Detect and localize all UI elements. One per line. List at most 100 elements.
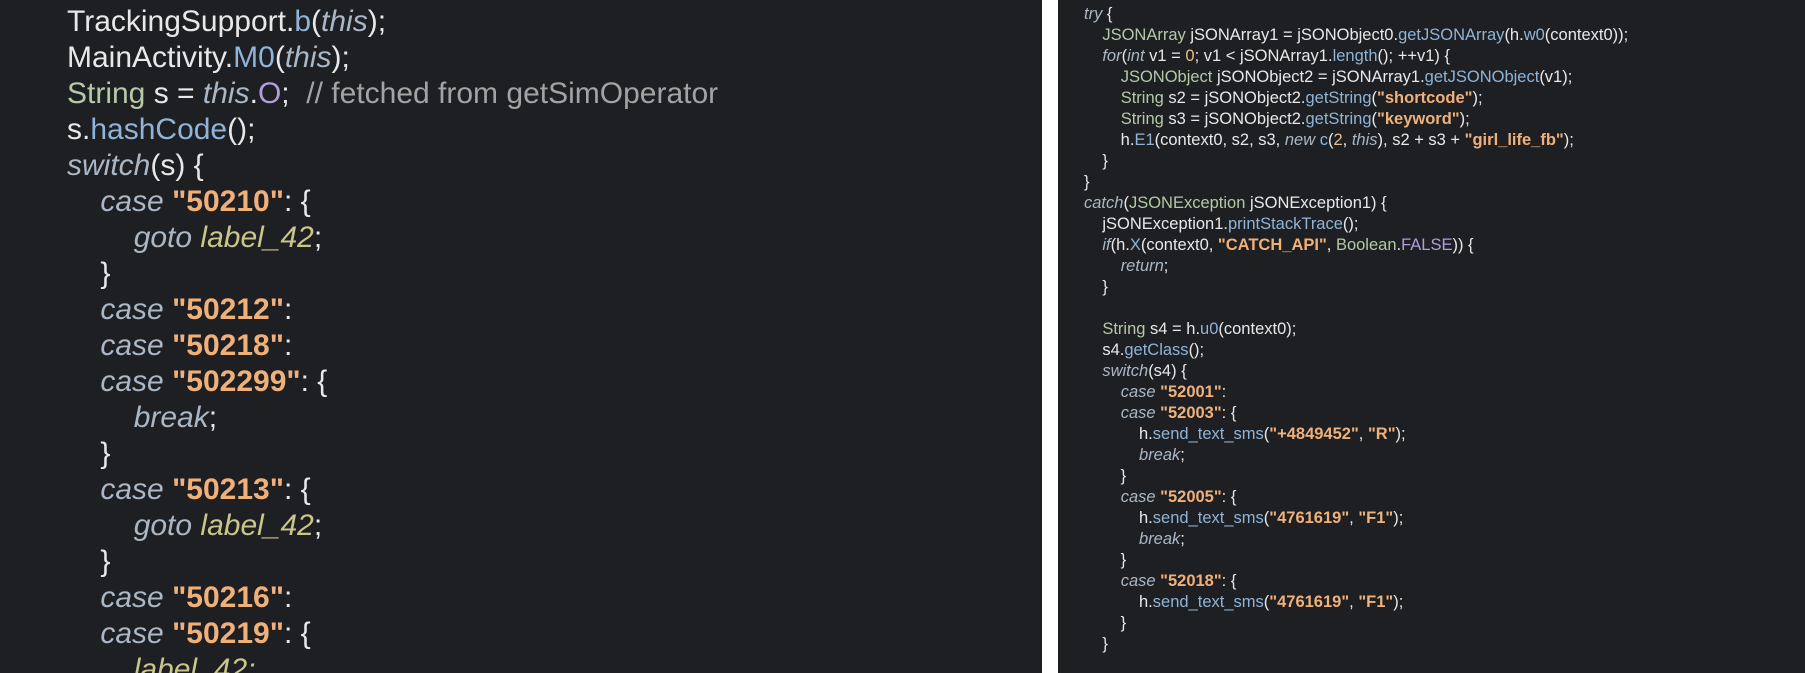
code-token: : { <box>1221 404 1237 422</box>
code-line: case "52018": { <box>1084 571 1237 592</box>
code-line: jSONException1.printStackTrace(); <box>1084 214 1359 235</box>
left-code-panel: TrackingSupport.b(this); MainActivity.M0(… <box>0 0 1042 673</box>
code-line: label_42: <box>67 652 256 673</box>
code-token: MainActivity. <box>67 41 234 74</box>
code-token: this <box>321 5 368 38</box>
code-token: "F1" <box>1358 593 1394 611</box>
code-token: String <box>1102 320 1146 338</box>
code-line: case "50212": <box>67 292 292 328</box>
code-token: jSONException1. <box>1084 215 1228 233</box>
code-token: )) { <box>1452 236 1474 254</box>
code-token: ); <box>1563 131 1574 149</box>
code-line: } <box>1084 277 1108 298</box>
code-line: } <box>67 436 110 472</box>
code-token: label_42 <box>200 221 314 254</box>
code-token: } <box>1084 467 1127 485</box>
code-token: break <box>133 401 209 434</box>
code-token: ; <box>1163 257 1169 275</box>
code-token: s4 = h. <box>1145 320 1201 338</box>
code-line: break; <box>1084 529 1185 550</box>
code-line: } <box>67 256 110 292</box>
code-line: String s3 = jSONObject2.getString("keywo… <box>1084 109 1470 130</box>
code-line: h.send_text_sms("4761619", "F1"); <box>1084 508 1403 529</box>
code-token: (h. <box>1110 236 1130 254</box>
code-token: u0 <box>1200 320 1219 338</box>
code-token: "50219" <box>172 617 284 650</box>
code-token: } <box>1084 635 1108 653</box>
code-line: if(h.X(context0, "CATCH_API", Boolean.FA… <box>1084 235 1474 256</box>
code-token: "50218" <box>172 329 284 362</box>
code-token: "4761619" <box>1269 509 1350 527</box>
code-line: s4.getClass(); <box>1084 340 1204 361</box>
code-token: : { <box>300 365 328 398</box>
code-token: , <box>1349 593 1359 611</box>
code-token: : { <box>283 617 311 650</box>
code-token: ); <box>1393 509 1404 527</box>
code-token: switch <box>67 149 151 182</box>
code-token: : <box>283 581 293 614</box>
code-token: "502299" <box>172 365 301 398</box>
code-line: switch(s) { <box>67 148 204 184</box>
code-token: ; <box>1180 446 1185 464</box>
code-token: case <box>100 617 164 650</box>
code-token: , <box>1342 131 1352 149</box>
code-line: String s = this.O; // fetched from getSi… <box>67 76 718 112</box>
code-token: ); <box>1395 425 1406 443</box>
code-token: (s4) { <box>1148 362 1187 380</box>
code-line: MainActivity.M0(this); <box>67 40 350 76</box>
code-token: ); <box>331 41 350 74</box>
code-token: this <box>1351 131 1378 149</box>
code-token: int <box>1127 47 1145 65</box>
code-line: case "50210": { <box>67 184 311 220</box>
code-token: getString <box>1305 89 1372 107</box>
code-token: : { <box>283 185 311 218</box>
code-line: switch(s4) { <box>1084 361 1187 382</box>
code-token: "4761619" <box>1269 593 1350 611</box>
code-token: case <box>1120 404 1156 422</box>
code-token: c <box>1319 131 1328 149</box>
code-token: goto <box>133 509 193 542</box>
code-token: break <box>1139 530 1181 548</box>
code-token: 0 <box>1185 47 1195 65</box>
code-token: (); <box>227 113 256 146</box>
code-line: for(int v1 = 0; v1 < jSONArray1.length()… <box>1084 46 1450 67</box>
code-line: } <box>1084 634 1108 655</box>
code-token: (context0, <box>1140 236 1218 254</box>
code-token: jSONObject2 = jSONArray1. <box>1212 68 1425 86</box>
code-token: : { <box>283 473 311 506</box>
code-token: (v1); <box>1539 68 1573 86</box>
code-token: : <box>283 329 293 362</box>
code-line: } <box>1084 151 1108 172</box>
code-token: case <box>1120 572 1156 590</box>
code-line: case "52001": <box>1084 382 1227 403</box>
code-token: ( <box>311 5 322 38</box>
code-token: "keyword" <box>1377 110 1460 128</box>
code-token: send_text_sms <box>1152 593 1264 611</box>
code-token: if <box>1102 236 1111 254</box>
code-token: (); ++v1) { <box>1377 47 1450 65</box>
code-line: case "50216": <box>67 580 292 616</box>
code-token: (); <box>1342 215 1359 233</box>
code-token: s4. <box>1084 341 1125 359</box>
code-token: s3 = jSONObject2. <box>1163 110 1306 128</box>
code-token: ( <box>274 41 285 74</box>
code-token: case <box>100 365 164 398</box>
code-token: case <box>100 473 164 506</box>
code-token: case <box>100 581 164 614</box>
code-token: s = <box>145 77 203 110</box>
code-token: : { <box>1221 572 1237 590</box>
code-token: "50213" <box>172 473 284 506</box>
code-line: h.send_text_sms("4761619", "F1"); <box>1084 592 1403 613</box>
code-token: h. <box>1084 131 1135 149</box>
